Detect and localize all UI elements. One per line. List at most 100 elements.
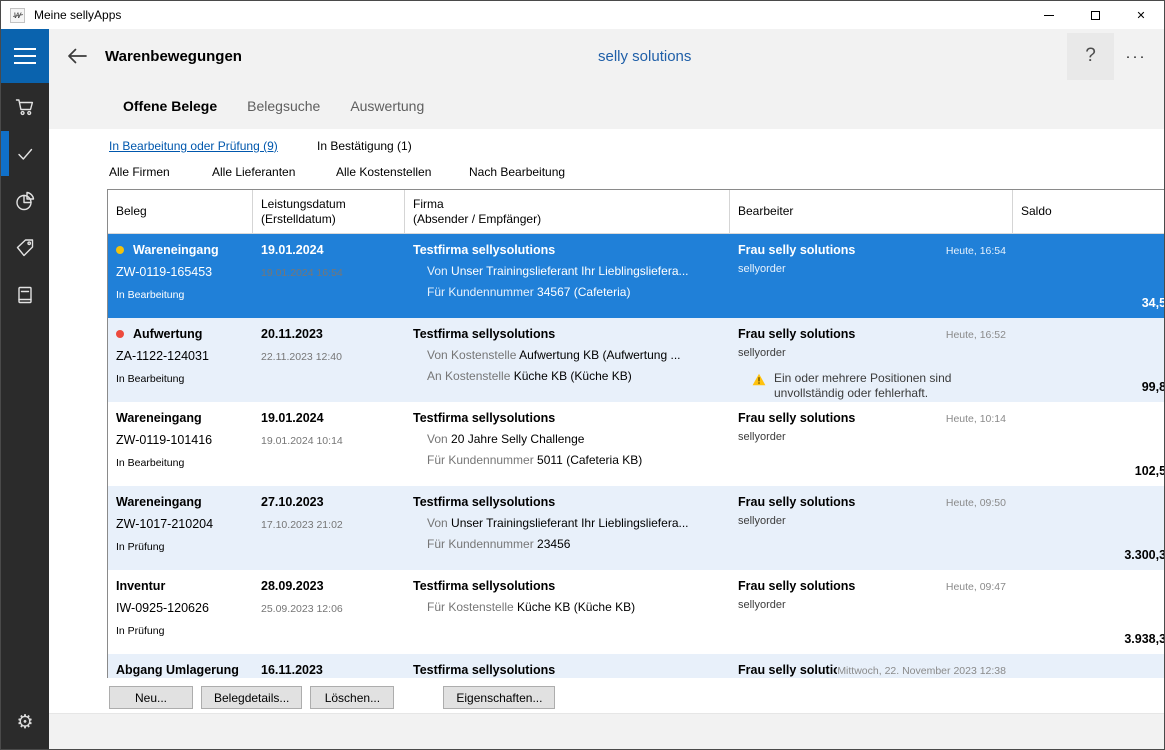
column-header-0[interactable]: Beleg <box>108 190 253 233</box>
column-header-2[interactable]: Firma (Absender / Empfänger) <box>405 190 730 233</box>
sidebar-item-open-documents[interactable] <box>1 130 49 177</box>
cell-date: 20.11.2023 22.11.2023 12:40 <box>253 318 405 402</box>
cell-company: Testfirma sellysolutions Von 20 Jahre Se… <box>405 402 730 486</box>
company-name: Testfirma sellysolutions <box>413 327 556 341</box>
cell-company: Testfirma sellysolutions Von Unser Train… <box>405 234 730 318</box>
company-detail: Von 20 Jahre Selly Challenge <box>427 432 585 446</box>
column-header-4[interactable]: Saldo <box>1013 190 1164 233</box>
sidebar-item-settings[interactable]: ⚙ <box>1 698 49 745</box>
status-dot-red <box>116 330 124 338</box>
cell-saldo: 99,80 <box>1013 318 1164 402</box>
edit-timestamp: Heute, 10:14 <box>945 413 1006 425</box>
cell-saldo: 102,53 <box>1013 402 1164 486</box>
column-header-3[interactable]: Bearbeiter <box>730 190 1013 233</box>
document-number: ZA-1122-124031 <box>116 349 209 363</box>
table-row[interactable]: Aufwertung ZA-1122-124031 In Bearbeitung… <box>108 318 1164 402</box>
tab-2[interactable]: Auswertung <box>350 98 424 114</box>
table-row[interactable]: Wareneingang ZW-1017-210204 In Prüfung 2… <box>108 486 1164 570</box>
editor-name: Frau selly solutions <box>738 243 856 257</box>
document-type: Inventur <box>116 579 166 593</box>
saldo-value: 34,50 <box>1141 296 1164 310</box>
help-button[interactable]: ? <box>1067 32 1114 80</box>
table-body: Wareneingang ZW-0119-165453 In Bearbeitu… <box>108 234 1164 678</box>
more-button[interactable]: ··· <box>1114 33 1158 80</box>
filter-primary-1[interactable]: In Bestätigung (1) <box>317 139 412 153</box>
cell-date: 19.01.2024 19.01.2024 16:54 <box>253 234 405 318</box>
filter-secondary-3[interactable]: Nach Bearbeitung <box>469 165 565 179</box>
maximize-button[interactable] <box>1072 1 1118 29</box>
saldo-value: 3.938,39 <box>1124 632 1164 646</box>
service-date: 19.01.2024 <box>261 411 324 425</box>
cell-company: Testfirma sellysolutions Von Kostenstell… <box>405 318 730 402</box>
sidebar-item-price-tag[interactable] <box>1 224 49 271</box>
table-row[interactable]: Wareneingang ZW-0119-101416 In Bearbeitu… <box>108 402 1164 486</box>
tab-1[interactable]: Belegsuche <box>247 98 320 114</box>
hamburger-icon <box>14 48 36 50</box>
pie-chart-icon <box>16 191 35 210</box>
editor-name: Frau selly solutions <box>738 411 856 425</box>
menu-button[interactable] <box>1 29 49 83</box>
edit-timestamp: Heute, 09:50 <box>945 497 1006 509</box>
document-status: In Bearbeitung <box>116 373 185 385</box>
cart-icon <box>15 98 34 115</box>
action-button-1[interactable]: Belegdetails... <box>201 686 303 709</box>
document-type: Abgang Umlagerung <box>116 663 239 677</box>
sidebar-item-cart[interactable] <box>1 83 49 130</box>
gear-icon: ⚙ <box>16 710 34 733</box>
filter-secondary-0[interactable]: Alle Firmen <box>109 165 170 179</box>
back-button[interactable] <box>57 36 97 76</box>
checkmark-icon <box>18 148 33 160</box>
window-controls: ✕ <box>1026 1 1164 29</box>
service-date: 20.11.2023 <box>261 327 323 341</box>
filter-primary-0[interactable]: In Bearbeitung oder Prüfung (9) <box>109 139 278 153</box>
cell-beleg: Wareneingang ZW-0119-101416 In Bearbeitu… <box>108 402 253 486</box>
action-button-3[interactable]: Eigenschaften... <box>443 686 556 709</box>
created-date: 25.09.2023 12:06 <box>261 603 343 615</box>
sidebar: ⚙ <box>1 29 49 749</box>
column-header-1[interactable]: Leistungsdatum (Erstelldatum) <box>253 190 405 233</box>
action-button-row: Neu... Belegdetails... Löschen... Eigenscha… <box>109 686 556 709</box>
close-button[interactable]: ✕ <box>1118 1 1164 29</box>
service-date: 28.09.2023 <box>261 579 324 593</box>
table-row[interactable]: Abgang Umlagerung 16.11.2023 Testfirma s… <box>108 654 1164 678</box>
created-date: 22.11.2023 12:40 <box>261 351 342 363</box>
cell-saldo <box>1013 654 1164 678</box>
cell-beleg: Aufwertung ZA-1122-124031 In Bearbeitung <box>108 318 253 402</box>
company-detail: Für Kundennummer 5011 (Cafeteria KB) <box>427 453 643 467</box>
cell-editor: Frau selly solutions Heute, 10:14 sellyor… <box>730 402 1013 486</box>
table-row[interactable]: Inventur IW-0925-120626 In Prüfung 28.09… <box>108 570 1164 654</box>
window-title: Meine sellyApps <box>34 8 122 22</box>
document-number: ZW-0119-165453 <box>116 265 213 279</box>
company-detail: An Kostenstelle Küche KB (Küche KB) <box>427 369 632 383</box>
editor-account: sellyorder <box>738 515 786 527</box>
action-button-0[interactable]: Neu... <box>109 686 193 709</box>
cell-company: Testfirma sellysolutions <box>405 654 730 678</box>
sidebar-item-catalog[interactable] <box>1 271 49 318</box>
footer-strip <box>49 713 1164 749</box>
cell-saldo: 3.938,39 <box>1013 570 1164 654</box>
filter-secondary-2[interactable]: Alle Kostenstellen <box>336 165 431 179</box>
table-row[interactable]: Wareneingang ZW-0119-165453 In Bearbeitu… <box>108 234 1164 318</box>
service-date: 16.11.2023 <box>261 663 323 677</box>
cell-date: 28.09.2023 25.09.2023 12:06 <box>253 570 405 654</box>
action-button-2[interactable]: Löschen... <box>310 686 395 709</box>
document-status: In Prüfung <box>116 625 165 637</box>
titlebar: w Meine sellyApps ✕ <box>1 1 1164 29</box>
cell-beleg: Inventur IW-0925-120626 In Prüfung <box>108 570 253 654</box>
close-icon: ✕ <box>1136 9 1146 22</box>
document-number: IW-0925-120626 <box>116 601 209 615</box>
tab-0[interactable]: Offene Belege <box>123 98 217 114</box>
company-name: Testfirma sellysolutions <box>413 411 556 425</box>
cell-saldo: 3.300,36 <box>1013 486 1164 570</box>
document-status: In Prüfung <box>116 541 165 553</box>
editor-account: sellyorder <box>738 347 786 359</box>
status-dot-yellow <box>116 246 124 254</box>
sidebar-item-statistics[interactable] <box>1 177 49 224</box>
edit-timestamp: Heute, 16:52 <box>945 329 1006 341</box>
saldo-value: 99,80 <box>1141 380 1164 394</box>
cell-beleg: Wareneingang ZW-1017-210204 In Prüfung <box>108 486 253 570</box>
minimize-button[interactable] <box>1026 1 1072 29</box>
back-arrow-icon <box>68 48 87 64</box>
filter-secondary-1[interactable]: Alle Lieferanten <box>212 165 295 179</box>
company-detail: Von Unser Trainingslieferant Ihr Lieblin… <box>427 264 689 278</box>
